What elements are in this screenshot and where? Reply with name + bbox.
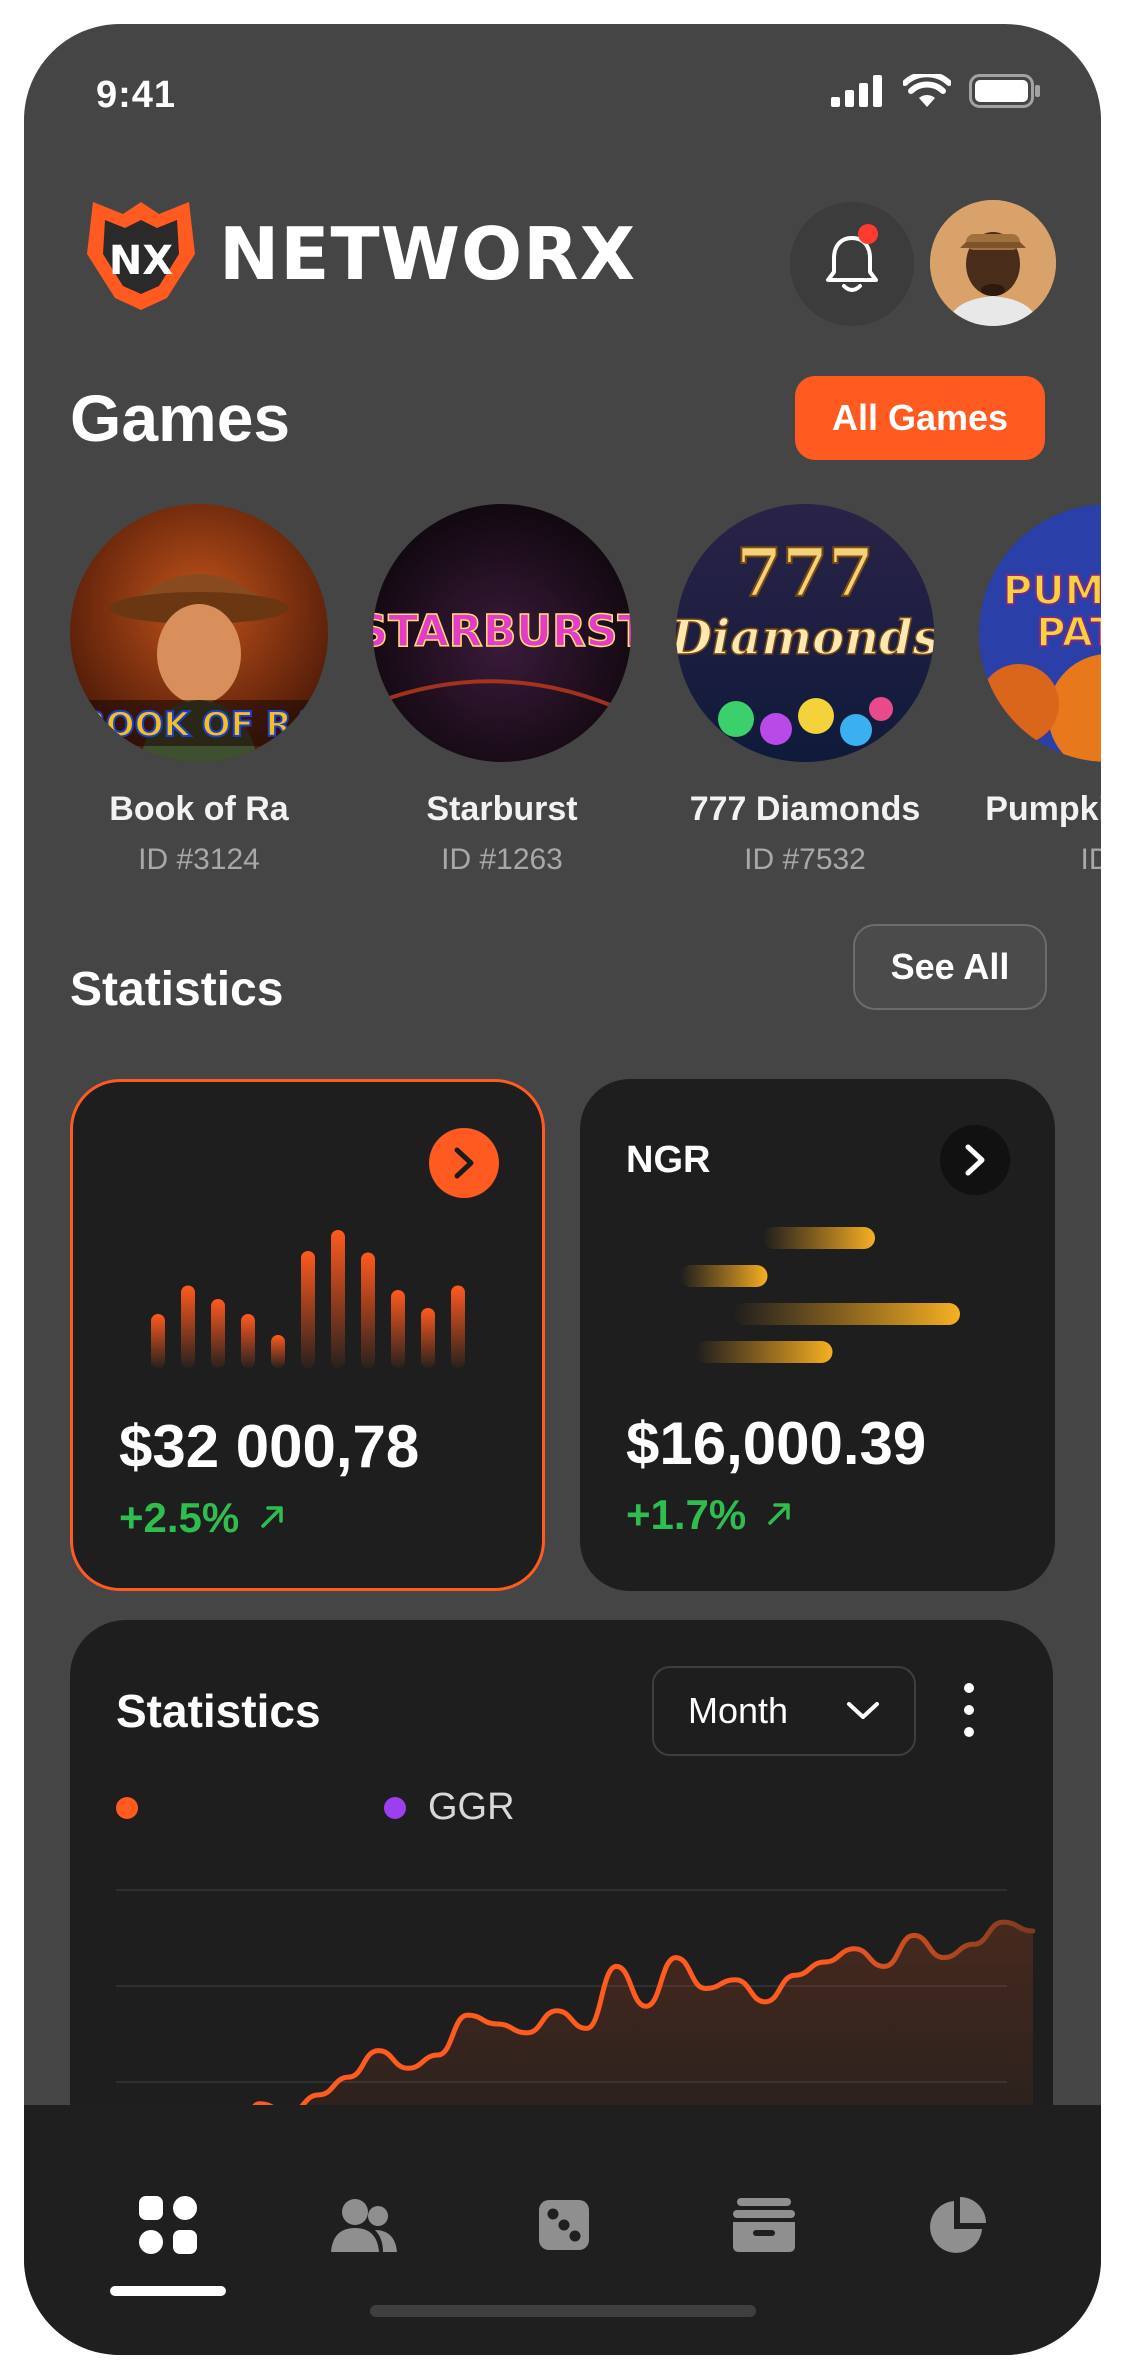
game-card-starburst[interactable]: STARBURST Starburst ID #1263 [352,504,652,877]
sparkline-bar [331,1230,345,1368]
pie-chart-icon [930,2197,986,2253]
games-carousel[interactable]: BOOK OF RA Book of Ra ID #3124 STARBURST… [70,504,1101,904]
card-amount: $32 000,78 [119,1413,420,1480]
sparkline-bar [211,1299,225,1368]
active-tab-indicator [110,2286,226,2296]
status-bar: 9:41 [24,24,1101,144]
user-avatar[interactable] [930,200,1056,326]
chevron-right-icon [965,1144,985,1176]
legend-dot-ggr [384,1796,406,1819]
game-id: ID #7532 [744,843,866,876]
sparkline-bar [241,1314,255,1368]
legend-label-ggr: GGR [428,1786,515,1828]
games-title: Games [70,381,291,455]
trend-up-icon [261,1506,283,1528]
game-art-text: STARBURST [373,606,631,657]
brand-logo[interactable]: NX NETWORX [79,194,636,314]
chevron-down-icon [847,1702,879,1719]
trend-up-icon [768,1503,790,1525]
all-games-button[interactable]: All Games [795,376,1045,460]
sparkline-bar [301,1251,315,1368]
stat-card-primary[interactable]: $32 000,78 +2.5% [70,1079,545,1591]
sparkline-bar [361,1252,375,1368]
status-time: 9:41 [96,74,177,116]
game-id: ID #3124 [138,843,260,876]
game-name: 777 Diamonds [689,790,921,828]
game-art-text-2: Diamonds [676,610,934,666]
game-thumbnail: 777 Diamonds [676,504,934,762]
game-name: Pumpkin Patch [985,790,1101,828]
users-icon [331,2199,397,2252]
stat-card-ngr[interactable]: NGR $16,000.39 +1.7% [580,1079,1055,1591]
game-thumbnail: BOOK OF RA [70,504,328,762]
card-label: NGR [626,1139,711,1181]
card-arrow-button[interactable] [940,1125,1010,1195]
sparkline-bar [391,1290,405,1368]
game-card-book-of-ra[interactable]: BOOK OF RA Book of Ra ID #3124 [70,504,349,877]
sparkline-bar [271,1335,285,1368]
chevron-right-icon [454,1147,474,1179]
networx-shield-icon: NX [87,202,195,310]
notification-badge [858,224,878,244]
period-dropdown-value: Month [688,1690,789,1731]
wifi-icon [903,74,951,107]
sparkline-hbar [695,1341,833,1363]
game-id: ID # [1080,843,1101,876]
chart-title: Statistics [116,1685,321,1737]
card-bar-sparkline [151,1230,465,1368]
tab-reports[interactable] [918,2185,998,2265]
tab-games[interactable] [524,2185,604,2265]
card-change: +2.5% [119,1494,287,1542]
sparkline-bar [151,1314,165,1368]
brand-name: NETWORX [219,212,637,296]
card-arrow-button[interactable] [429,1128,499,1198]
game-art-text: PUMPKIN [1003,568,1101,614]
bottom-tab-bar [24,2105,1101,2355]
game-id: ID #1263 [441,843,563,876]
card-hbar-sparkline [680,1227,960,1363]
sparkline-hbar [732,1303,960,1325]
app-header: NX NETWORX [24,174,1101,326]
more-options-icon[interactable] [963,1680,975,1740]
sparkline-bar [421,1308,435,1368]
cellular-signal-icon [831,75,882,107]
logo-monogram: NX [109,238,173,284]
sparkline-hbar [762,1227,875,1249]
game-name: Starburst [426,790,578,828]
game-art-text: 777 [736,534,874,612]
sparkline-bar [181,1285,195,1368]
tab-wallet[interactable] [724,2185,804,2265]
game-art-text-2: PATCH [1036,610,1101,656]
game-card-pumpkin-patch[interactable]: PUMPKIN PATCH Pumpkin Patch ID # [958,504,1101,877]
home-indicator [370,2305,756,2317]
game-name: Book of Ra [109,790,289,828]
status-icons [831,74,1041,108]
game-card-777-diamonds[interactable]: 777 Diamonds 777 Diamonds ID #7532 [655,504,955,877]
game-art-text: BOOK OF RA [80,705,319,745]
tab-users[interactable] [324,2185,404,2265]
statistics-title: Statistics [70,963,284,1016]
tab-dashboard[interactable] [128,2185,208,2265]
sparkline-hbar [680,1265,768,1287]
card-change-value: +2.5% [119,1494,240,1541]
card-change: +1.7% [626,1491,794,1539]
period-dropdown[interactable]: Month [652,1666,916,1756]
card-amount: $16,000.39 [626,1410,927,1477]
card-change-value: +1.7% [626,1491,747,1538]
see-all-button[interactable]: See All [853,924,1047,1010]
notifications-button[interactable] [790,202,914,326]
legend-dot-series-1 [116,1796,138,1819]
phone-screen: 9:41 NX NETWORX Games All Games BOOK OF … [24,24,1101,2355]
game-thumbnail: STARBURST [373,504,631,762]
dice-icon [539,2200,589,2250]
avatar-portrait [930,200,1056,326]
battery-icon [969,74,1040,108]
chart-legend: GGR [116,1786,515,1829]
game-thumbnail: PUMPKIN PATCH [979,504,1101,762]
sparkline-bar [451,1285,465,1368]
wallet-icon [733,2198,795,2252]
dashboard-grid-icon [139,2196,197,2254]
